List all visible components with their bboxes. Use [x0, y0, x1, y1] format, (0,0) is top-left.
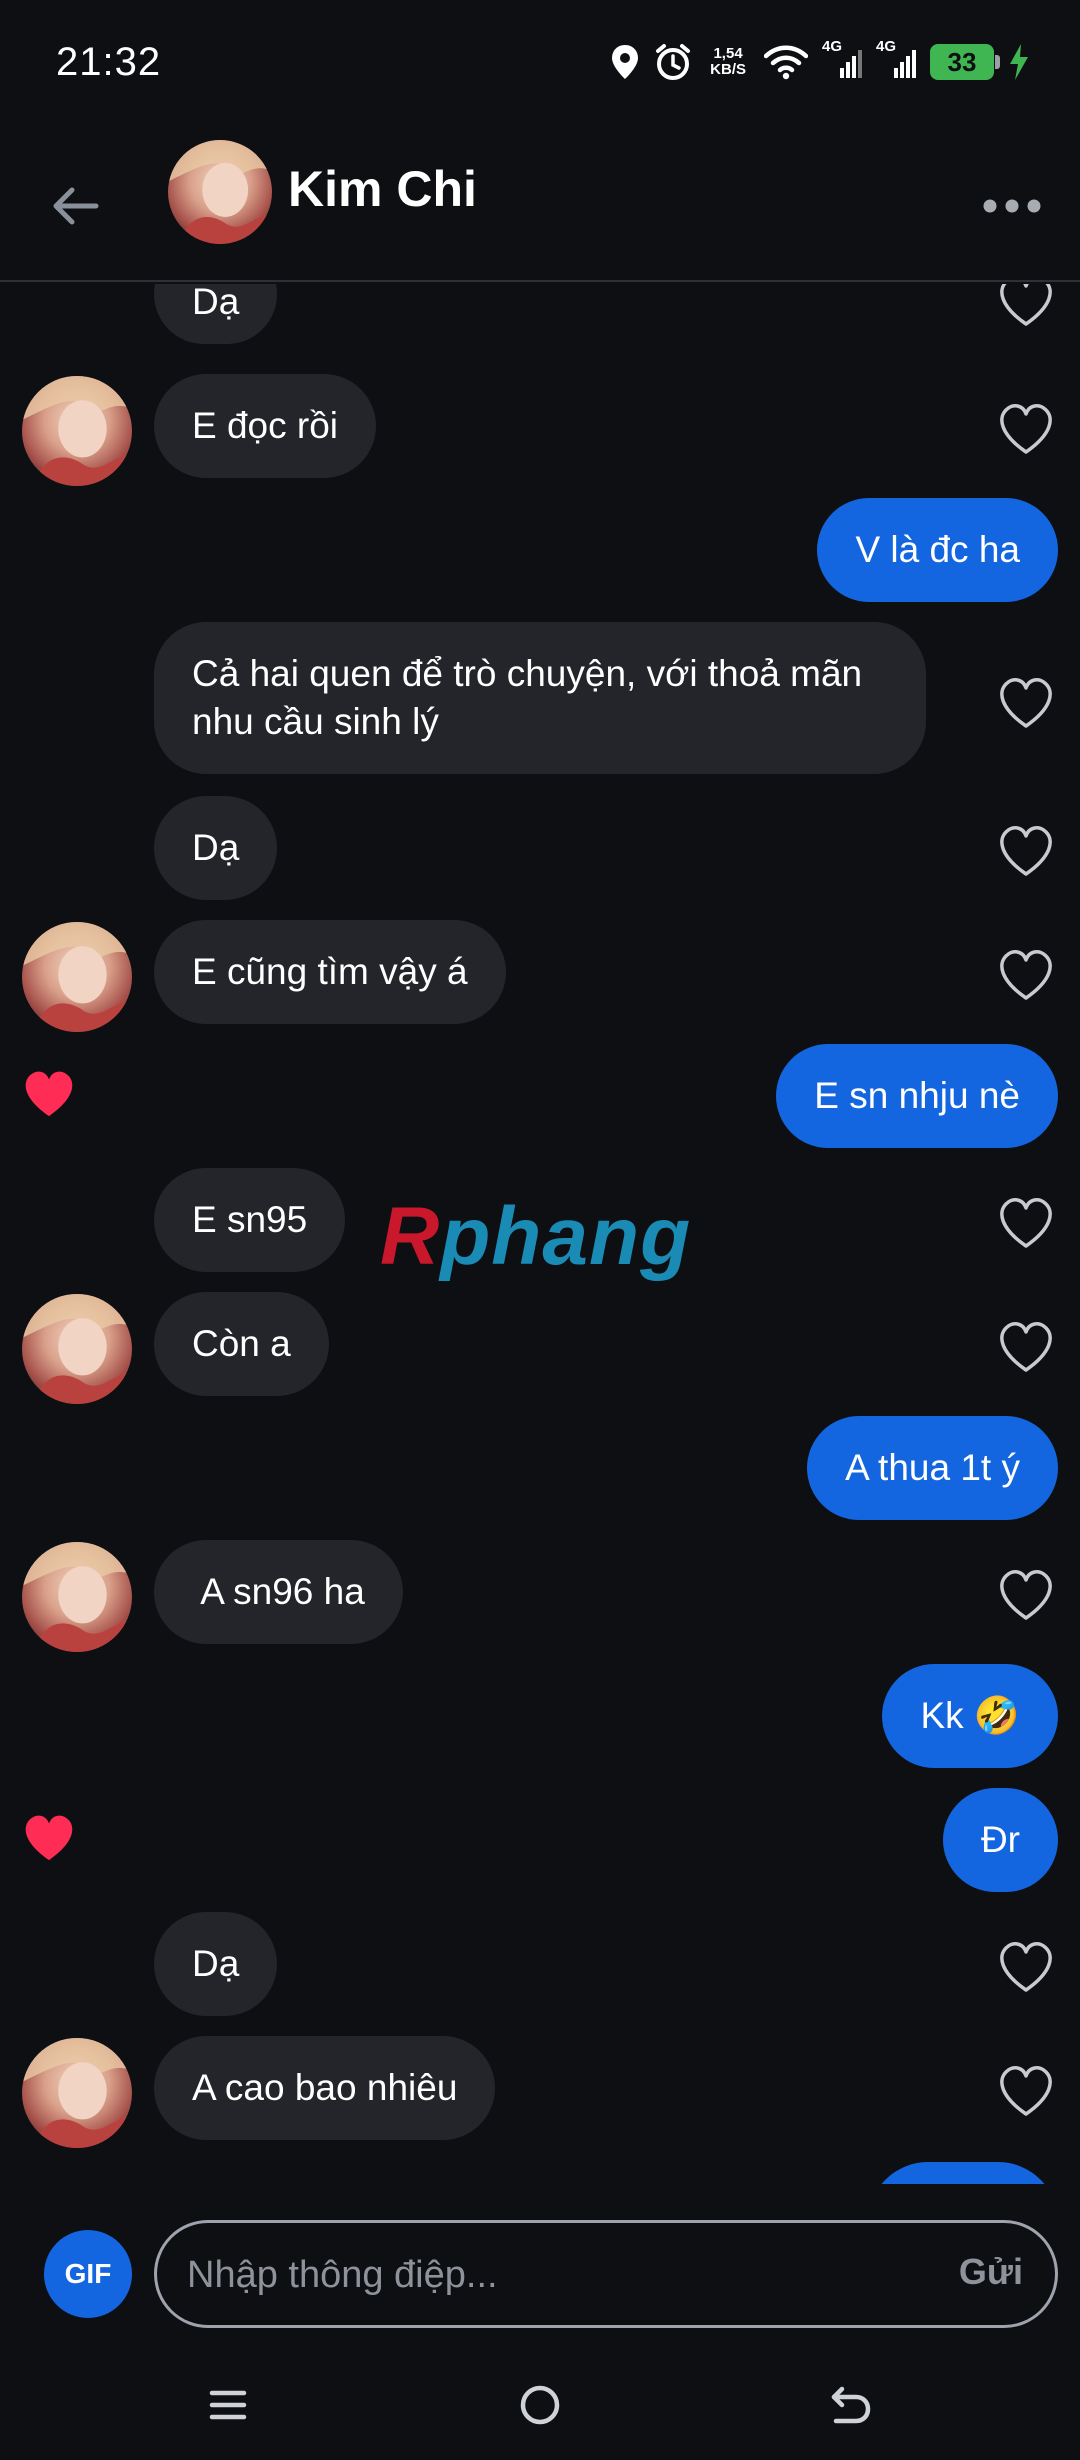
home-icon — [520, 2385, 560, 2425]
like-heart-icon[interactable] — [996, 284, 1056, 328]
like-heart-icon[interactable] — [996, 946, 1056, 1002]
alarm-icon — [656, 44, 691, 80]
incoming-message[interactable]: Cả hai quen để trò chuyện, với thoả mãn … — [154, 622, 926, 774]
message-composer: GIF Gửi — [0, 2196, 1080, 2336]
incoming-message[interactable]: Dạ — [154, 284, 278, 344]
like-heart-icon[interactable] — [996, 674, 1056, 730]
contact-avatar[interactable] — [168, 140, 272, 244]
outgoing-message[interactable]: E sn nhju nè — [776, 1044, 1058, 1148]
home-button[interactable] — [500, 2370, 580, 2440]
recent-apps-button[interactable] — [188, 2370, 268, 2440]
like-heart-icon[interactable] — [996, 400, 1056, 456]
recent-apps-icon — [209, 2390, 247, 2420]
send-button[interactable]: Gửi — [959, 2251, 1023, 2293]
charging-icon — [1010, 44, 1028, 80]
message-text: E đọc rồi — [192, 405, 339, 446]
message-text: E cũng tìm vậy á — [192, 951, 468, 992]
status-icons: 1,54 KB/S 4G 4G 33 — [610, 38, 1030, 82]
system-back-button[interactable] — [810, 2370, 890, 2440]
signal-icon — [894, 50, 916, 78]
message-text: A thua 1t ý — [845, 1447, 1020, 1488]
signal-icon — [840, 50, 862, 78]
battery-icon: 33 — [930, 44, 1000, 80]
message-text: Còn a — [192, 1323, 291, 1364]
wifi-icon — [764, 45, 808, 80]
back-button[interactable] — [40, 170, 112, 242]
incoming-message[interactable]: Dạ — [154, 1912, 278, 2016]
message-list[interactable]: Dạ E đọc rồi V là đc ha Cả hai quen để t… — [0, 284, 1080, 2184]
contact-avatar[interactable] — [22, 1542, 132, 1652]
incoming-message[interactable]: Còn a — [154, 1292, 329, 1396]
like-heart-icon[interactable] — [996, 822, 1056, 878]
message-input-box[interactable]: Gửi — [154, 2220, 1058, 2328]
status-time: 21:32 — [56, 40, 162, 84]
more-options-button[interactable] — [972, 170, 1052, 242]
outgoing-message-partial[interactable] — [868, 2162, 1058, 2184]
message-text: Đr — [980, 1819, 1020, 1860]
signal-2: 4G — [876, 38, 916, 82]
contact-name[interactable]: Kim Chi — [288, 160, 477, 218]
message-text: A cao bao nhiêu — [192, 2067, 458, 2108]
status-bar: 21:32 1,54 KB/S 4G 4G 33 — [0, 0, 1080, 130]
speed-unit: KB/S — [710, 61, 746, 78]
signal-1: 4G — [822, 38, 862, 82]
message-text: Dạ — [192, 827, 240, 868]
incoming-message[interactable]: E sn95 — [154, 1168, 346, 1272]
speed-value: 1,54 — [713, 45, 743, 62]
liked-heart-icon — [20, 1066, 78, 1120]
system-nav-bar — [0, 2350, 1080, 2460]
contact-avatar[interactable] — [22, 2038, 132, 2148]
contact-avatar[interactable] — [22, 1294, 132, 1404]
contact-avatar[interactable] — [22, 922, 132, 1032]
location-icon — [612, 45, 639, 79]
message-text: A sn96 ha — [192, 1571, 365, 1612]
like-heart-icon[interactable] — [996, 2062, 1056, 2118]
outgoing-message[interactable]: A thua 1t ý — [807, 1416, 1058, 1520]
like-heart-icon[interactable] — [996, 1566, 1056, 1622]
like-heart-icon[interactable] — [996, 1938, 1056, 1994]
message-input[interactable] — [187, 2245, 887, 2305]
incoming-message[interactable]: A cao bao nhiêu — [154, 2036, 496, 2140]
message-text: V là đc ha — [855, 529, 1020, 570]
message-text: Dạ — [192, 1943, 240, 1984]
chat-screen: 21:32 1,54 KB/S 4G 4G 33 Kim Chi Dạ E đọ… — [0, 0, 1080, 2460]
battery-level: 33 — [947, 46, 977, 77]
incoming-message[interactable]: A sn96 ha — [154, 1540, 403, 1644]
watermark: Rphang — [380, 1191, 692, 1282]
message-text: Cả hai quen để trò chuyện, với thoả mãn … — [192, 653, 863, 742]
message-text: Dạ — [192, 284, 240, 322]
back-arrow-icon — [53, 187, 99, 225]
like-heart-icon[interactable] — [996, 1318, 1056, 1374]
message-text: Kk 🤣 — [920, 1695, 1020, 1736]
outgoing-message[interactable]: Đr — [942, 1788, 1058, 1892]
outgoing-message[interactable]: V là đc ha — [817, 498, 1058, 602]
incoming-message[interactable]: Dạ — [154, 796, 278, 900]
message-text: E sn95 — [192, 1199, 308, 1240]
outgoing-message[interactable]: Kk 🤣 — [882, 1664, 1058, 1768]
back-icon — [831, 2386, 871, 2424]
message-text: E sn nhju nè — [814, 1075, 1020, 1116]
incoming-message[interactable]: E đọc rồi — [154, 374, 377, 478]
contact-avatar[interactable] — [22, 376, 132, 486]
more-icon — [983, 199, 1041, 213]
incoming-message[interactable]: E cũng tìm vậy á — [154, 920, 506, 1024]
chat-header: Kim Chi — [0, 130, 1080, 282]
like-heart-icon[interactable] — [996, 1194, 1056, 1250]
gif-button[interactable]: GIF — [44, 2230, 132, 2318]
network-speed: 1,54 KB/S — [710, 46, 746, 78]
liked-heart-icon — [20, 1810, 78, 1864]
